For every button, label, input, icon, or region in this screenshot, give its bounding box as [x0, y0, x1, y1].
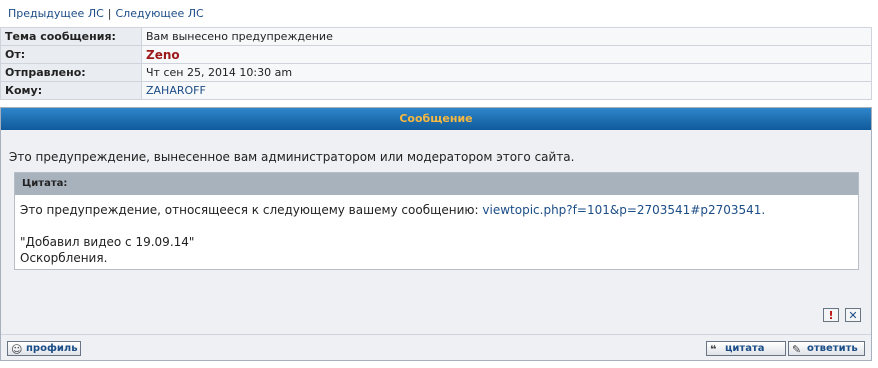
- profile-button-label: профиль: [26, 343, 78, 354]
- quote-icon: ❝: [710, 343, 717, 356]
- from-label: От:: [0, 45, 142, 64]
- quote-block: Цитата: Это предупреждение, относящееся …: [14, 172, 859, 270]
- quote-button[interactable]: ❝ цитата: [706, 341, 786, 356]
- message-title-bar: Сообщение: [1, 108, 871, 130]
- to-label: Кому:: [0, 81, 142, 100]
- reply-button[interactable]: ✎ ответить: [788, 341, 865, 356]
- quote-label: Цитата:: [15, 173, 858, 195]
- profile-icon: ☺: [11, 343, 23, 356]
- quote-line-1-text: Это предупреждение, относящееся к следую…: [20, 203, 483, 217]
- pm-navigation: Предыдущее ЛС | Следующее ЛС: [8, 7, 204, 20]
- quote-spacer: [20, 218, 858, 234]
- from-row: От: Zeno: [0, 45, 872, 64]
- reply-button-label: ответить: [807, 343, 858, 354]
- quote-line-3: Оскорбления.: [20, 251, 108, 265]
- next-pm-link[interactable]: Следующее ЛС: [116, 7, 204, 20]
- quote-line-2: "Добавил видео с 19.09.14": [20, 235, 195, 249]
- report-icon[interactable]: !: [823, 308, 839, 322]
- sent-label: Отправлено:: [0, 63, 142, 82]
- message-intro: Это предупреждение, вынесенное вам админ…: [9, 150, 575, 164]
- pm-header-table: Тема сообщения: Вам вынесено предупрежде…: [0, 27, 872, 100]
- message-panel: Сообщение Это предупреждение, вынесенное…: [0, 107, 872, 361]
- delete-icon[interactable]: ✕: [845, 308, 861, 322]
- message-action-icons: ! ✕: [823, 308, 861, 322]
- quote-body: Это предупреждение, относящееся к следую…: [15, 195, 858, 266]
- subject-row: Тема сообщения: Вам вынесено предупрежде…: [0, 27, 872, 46]
- sent-row: Отправлено: Чт сен 25, 2014 10:30 am: [0, 63, 872, 82]
- reply-icon: ✎: [792, 343, 802, 356]
- profile-button[interactable]: ☺ профиль: [7, 341, 81, 356]
- quote-viewtopic-link[interactable]: viewtopic.php?f=101&p=2703541#p2703541.: [482, 203, 765, 217]
- quote-line-1: Это предупреждение, относящееся к следую…: [20, 202, 858, 218]
- quote-button-label: цитата: [725, 343, 765, 354]
- to-value[interactable]: ZAHAROFF: [141, 81, 872, 100]
- subject-label: Тема сообщения:: [0, 27, 142, 46]
- subject-value: Вам вынесено предупреждение: [141, 27, 872, 46]
- footer-divider: [1, 334, 871, 335]
- to-row: Кому: ZAHAROFF: [0, 81, 872, 100]
- prev-pm-link[interactable]: Предыдущее ЛС: [8, 7, 104, 20]
- nav-separator: |: [107, 7, 112, 20]
- from-value[interactable]: Zeno: [141, 45, 872, 64]
- sent-value: Чт сен 25, 2014 10:30 am: [141, 63, 872, 82]
